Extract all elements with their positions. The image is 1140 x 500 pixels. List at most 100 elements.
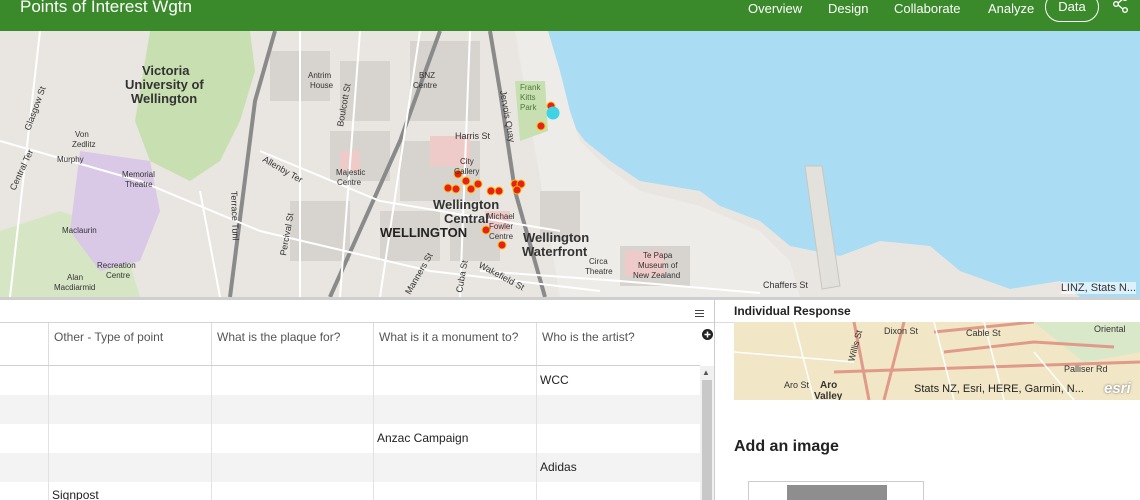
table-row[interactable]: WCC — [0, 366, 700, 395]
column-header-monument[interactable]: What is it a monument to? — [373, 323, 536, 365]
esri-logo: esri — [1104, 380, 1131, 397]
minimap-attribution: Stats NZ, Esri, HERE, Garmin, N... — [914, 383, 1084, 395]
table-cell: Adidas — [536, 453, 700, 482]
map-label: Wellington — [131, 91, 197, 106]
map-label: Majestic — [336, 168, 365, 177]
map-label: Macdiarmid — [54, 283, 95, 292]
table-cell — [373, 395, 536, 424]
minimap-label: Palliser Rd — [1064, 364, 1108, 374]
map-canvas[interactable]: Victoria University of Wellington Antrim… — [0, 31, 1140, 297]
scroll-up-icon[interactable]: ▲ — [702, 368, 710, 377]
map-label: Fowler — [489, 222, 513, 231]
map-label: Gallery — [454, 167, 479, 176]
add-image-label: Add an image — [734, 438, 839, 455]
map-label: Wellington — [523, 230, 589, 245]
table-cell — [373, 453, 536, 482]
map-label: Central Ter — [8, 148, 36, 192]
map-label: Glasgow St — [22, 85, 47, 132]
map-label: Jervois Quay — [498, 90, 517, 144]
table-header: Other - Type of point What is the plaque… — [0, 323, 700, 366]
map-label: Allenby Ter — [261, 154, 304, 185]
table-cell: Signpost — [48, 482, 211, 500]
map-label: Waterfront — [522, 244, 588, 259]
map-label: Centre — [337, 178, 362, 187]
university-park — [135, 31, 255, 181]
map-label: BNZ — [419, 71, 435, 80]
table-cell — [48, 453, 211, 482]
minimap-label: Aro St — [784, 380, 810, 390]
poi-point — [473, 179, 483, 189]
column-header-other-type[interactable]: Other - Type of point — [48, 323, 211, 365]
map-label: Harris St — [455, 131, 491, 141]
map-label: Antrim — [308, 71, 331, 80]
map-label: Memorial — [122, 170, 155, 179]
table-cell — [211, 366, 373, 395]
table-cell — [48, 366, 211, 395]
map-label: New Zealand — [633, 271, 680, 280]
map-label: Central — [444, 211, 489, 226]
map-label: Wellington — [433, 197, 499, 212]
nav-design[interactable]: Design — [828, 1, 868, 16]
map-label: Zedlitz — [72, 140, 96, 149]
map-label: Frank — [520, 83, 541, 92]
map-label: Theatre — [125, 180, 153, 189]
table-scroll-thumb[interactable] — [702, 380, 712, 500]
poi-selected-point — [546, 106, 560, 120]
table-cell — [48, 424, 211, 453]
poi-point — [494, 186, 504, 196]
minimap-label: Oriental — [1094, 324, 1126, 334]
column-header-artist[interactable]: Who is the artist? — [536, 323, 700, 365]
data-button[interactable]: Data — [1045, 0, 1099, 22]
nav-collaborate[interactable]: Collaborate — [894, 1, 961, 16]
table-cell: Anzac Campaign — [373, 424, 536, 453]
map-view[interactable]: Victoria University of Wellington Antrim… — [0, 31, 1140, 297]
image-thumbnail[interactable] — [748, 481, 924, 500]
table-row[interactable]: Signpost — [0, 482, 700, 500]
poi-point — [512, 185, 522, 195]
table-row[interactable]: Anzac Campaign — [0, 424, 700, 453]
table-menu-icon[interactable] — [695, 305, 704, 323]
table-row[interactable] — [0, 395, 700, 424]
map-label: Chaffers St — [763, 280, 808, 290]
app-title: Points of Interest Wgtn — [20, 0, 192, 16]
detail-title: Individual Response — [734, 304, 851, 318]
add-column-icon[interactable] — [702, 327, 713, 345]
share-icon[interactable] — [1112, 0, 1130, 19]
map-attribution: LINZ, Stats N... — [1060, 282, 1136, 294]
table-cell — [211, 424, 373, 453]
image-preview — [787, 485, 887, 500]
map-label: Museum of — [638, 261, 678, 270]
map-label: Centre — [106, 271, 131, 280]
table-cell — [211, 453, 373, 482]
poi-point — [451, 184, 461, 194]
detail-header: Individual Response — [715, 300, 1140, 323]
map-label: House — [310, 81, 334, 90]
response-minimap[interactable]: Cable St Dixon St Willis St Oriental Pal… — [734, 322, 1140, 400]
map-label: Murphy — [57, 155, 84, 164]
table-cell — [211, 482, 373, 500]
map-label: Circa — [589, 257, 608, 266]
nav-overview[interactable]: Overview — [748, 1, 802, 16]
poi-point — [461, 176, 471, 186]
individual-response-pane: Individual Response Cable St Dixon St Wi… — [715, 300, 1140, 500]
map-label: WELLINGTON — [380, 225, 467, 240]
minimap-label: Cable St — [966, 328, 1001, 338]
table-toolbar — [0, 300, 714, 323]
poi-point — [466, 184, 476, 194]
nav-analyze[interactable]: Analyze — [988, 1, 1034, 16]
map-label: Michael — [487, 212, 515, 221]
map-label: Von — [75, 130, 89, 139]
map-label: Kitts — [520, 93, 536, 102]
map-label: Wakefield St — [477, 260, 526, 293]
map-label: University of — [125, 77, 204, 92]
map-label: Centre — [413, 81, 438, 90]
table-cell — [211, 395, 373, 424]
table-cell: WCC — [536, 366, 700, 395]
table-cell — [373, 366, 536, 395]
table-cell — [536, 482, 700, 500]
map-label: Te Papa — [643, 251, 673, 260]
minimap-label: Aro — [820, 380, 837, 391]
table-row[interactable]: Adidas — [0, 453, 700, 482]
table-cell — [48, 395, 211, 424]
column-header-plaque[interactable]: What is the plaque for? — [211, 323, 373, 365]
